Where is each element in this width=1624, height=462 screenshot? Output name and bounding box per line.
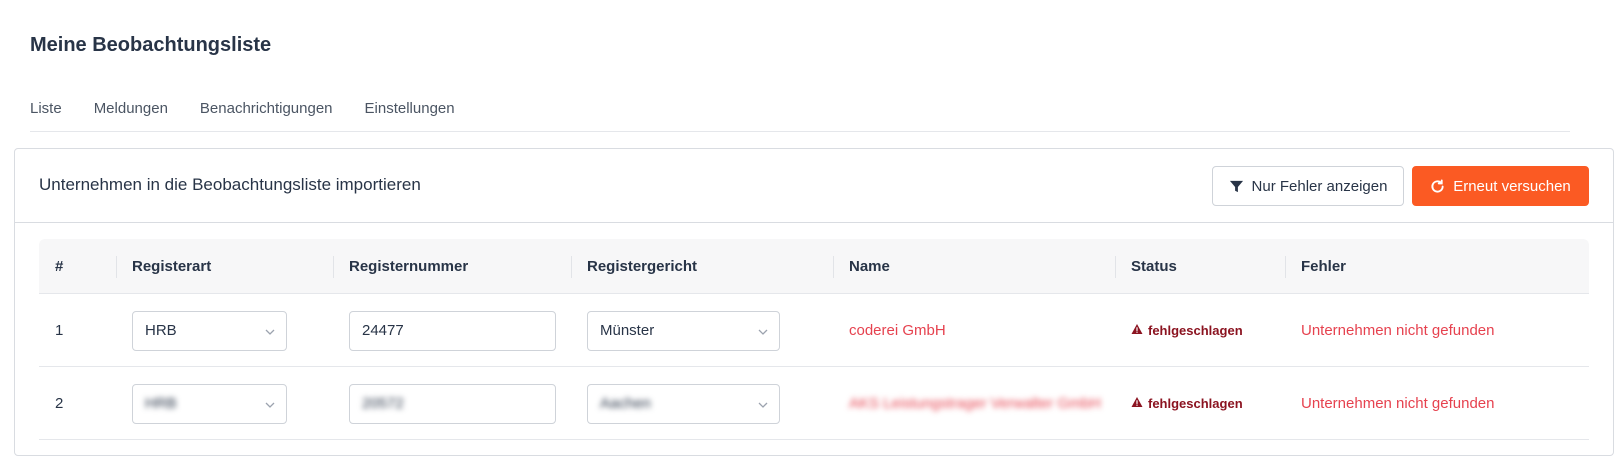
header-name: Name [833,239,890,294]
card-title: Unternehmen in die Beobachtungsliste imp… [39,175,421,194]
registernummer-value: 24477 [362,322,404,339]
registergericht-select[interactable]: Münster [587,310,780,351]
error-message: Unternehmen nicht gefunden [1301,322,1495,339]
import-card: Unternehmen in die Beobachtungsliste imp… [14,148,1614,456]
registernummer-input[interactable]: 24477 [349,310,556,351]
filter-icon [1229,179,1244,194]
registerart-select[interactable]: HRB [132,310,287,351]
chevron-down-icon [264,325,276,342]
header-status: Status [1115,239,1177,294]
warning-icon [1131,323,1143,338]
company-name: AKS Leistungstrager Verwalter GmbH [849,395,1101,412]
registergericht-select[interactable]: Aachen [587,383,780,424]
chevron-down-icon [757,325,769,342]
row-number: 1 [55,322,64,339]
retry-button[interactable]: Erneut versuchen [1412,166,1589,206]
table-header: # Registerart Registernummer Registerger… [39,239,1589,294]
retry-label: Erneut versuchen [1453,177,1571,195]
chevron-down-icon [264,398,276,415]
table-row: 1 HRB 24477 Münster coderei GmbH fehlges… [39,294,1589,367]
company-name: coderei GmbH [849,322,946,339]
header-registergericht: Registergericht [571,239,697,294]
header-registerart: Registerart [116,239,211,294]
table-row: 2 HRB 20572 Aachen AKS Leistungstrager V… [39,367,1589,440]
import-table: # Registerart Registernummer Registerger… [39,239,1589,440]
registergericht-value: Münster [600,322,655,339]
filter-errors-label: Nur Fehler anzeigen [1251,177,1388,195]
registerart-select[interactable]: HRB [132,383,287,424]
registerart-value: HRB [145,395,177,412]
tab-benachrichtigungen[interactable]: Benachrichtigungen [200,100,333,117]
status-badge: fehlgeschlagen [1131,396,1243,411]
row-number: 2 [55,395,64,412]
tab-liste[interactable]: Liste [30,100,62,117]
status-badge: fehlgeschlagen [1131,323,1243,338]
status-label: fehlgeschlagen [1148,396,1243,411]
header-num: # [55,258,64,275]
page-title: Meine Beobachtungsliste [30,34,272,56]
registernummer-value: 20572 [362,395,404,412]
header-registernummer: Registernummer [333,239,468,294]
status-label: fehlgeschlagen [1148,323,1243,338]
filter-errors-button[interactable]: Nur Fehler anzeigen [1212,166,1404,206]
tab-meldungen[interactable]: Meldungen [94,100,168,117]
warning-icon [1131,396,1143,411]
registerart-value: HRB [145,322,177,339]
card-header: Unternehmen in die Beobachtungsliste imp… [15,149,1613,223]
registernummer-input[interactable]: 20572 [349,383,556,424]
tab-einstellungen[interactable]: Einstellungen [365,100,455,117]
header-fehler: Fehler [1285,239,1346,294]
error-message: Unternehmen nicht gefunden [1301,395,1495,412]
refresh-icon [1430,178,1445,194]
tabs-divider [30,131,1570,132]
registergericht-value: Aachen [600,395,651,412]
tab-bar: Liste Meldungen Benachrichtigungen Einst… [30,100,487,117]
chevron-down-icon [757,398,769,415]
